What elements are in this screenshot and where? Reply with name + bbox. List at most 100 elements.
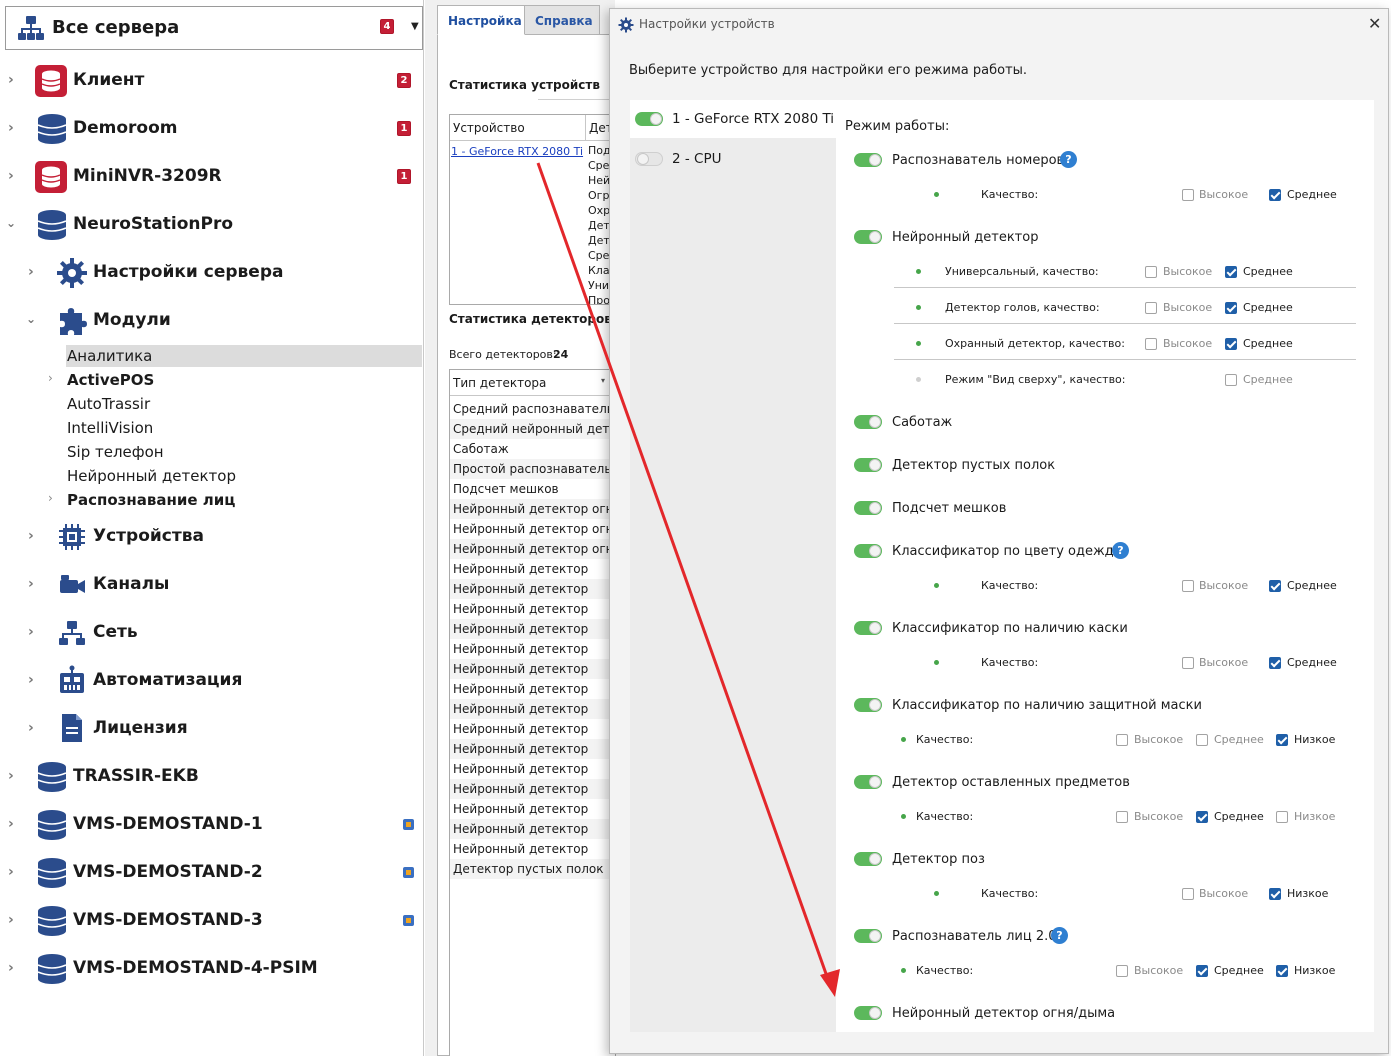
table-row[interactable]: Нейронный детектор — [450, 579, 615, 599]
table-row[interactable]: Нейронный детектор — [450, 699, 615, 719]
chevron-right-icon[interactable]: › — [28, 528, 34, 544]
tab-help[interactable]: Справка — [524, 5, 600, 35]
column-header-type[interactable]: Тип детектора ▾ — [450, 370, 615, 396]
chevron-right-icon[interactable]: › — [8, 168, 14, 184]
device-link[interactable]: 1 - GeForce RTX 2080 Ti — [451, 145, 585, 158]
table-row[interactable]: Нейронный детектор — [450, 739, 615, 759]
toggle-mask-classifier[interactable] — [854, 698, 882, 712]
toggle-clothes-classifier[interactable] — [854, 544, 882, 558]
chevron-right-icon[interactable]: › — [28, 576, 34, 592]
table-row[interactable]: Средний нейронный детекто — [450, 419, 615, 439]
toggle-helmet-classifier[interactable] — [854, 621, 882, 635]
table-row[interactable]: Нейронный детектор — [450, 619, 615, 639]
close-icon[interactable]: ✕ — [1368, 14, 1381, 33]
module-neural-detector[interactable]: Нейронный детектор — [66, 465, 422, 487]
tree-item-server[interactable]: › Клиент 2 — [0, 63, 423, 99]
module-activepos[interactable]: ActivePOS — [66, 369, 422, 391]
device-item-cpu[interactable]: 2 - CPU — [630, 140, 836, 178]
tree-item-modules[interactable]: ⌄ Модули — [20, 303, 423, 339]
table-row[interactable]: Нейронный детектор огня/д — [450, 519, 615, 539]
toggle-neural-detector[interactable] — [854, 230, 882, 244]
checkbox-medium[interactable] — [1269, 657, 1281, 669]
checkbox-medium[interactable] — [1225, 338, 1237, 350]
table-row[interactable]: Нейронный детектор — [450, 679, 615, 699]
toggle-fire-smoke-detector[interactable] — [854, 1006, 882, 1020]
chevron-right-icon[interactable]: › — [8, 864, 14, 880]
table-row[interactable]: Подсчет мешков — [450, 479, 615, 499]
table-row[interactable]: Простой распознаватель ли — [450, 459, 615, 479]
checkbox-high[interactable] — [1182, 657, 1194, 669]
toggle-bag-counter[interactable] — [854, 501, 882, 515]
chevron-right-icon[interactable]: › — [28, 624, 34, 640]
tree-item-server[interactable]: › VMS-DEMOSTAND-3 — [0, 903, 423, 939]
help-icon[interactable]: ? — [1051, 927, 1068, 944]
table-row[interactable]: Средний распознаватель но — [450, 399, 615, 419]
module-autotrassir[interactable]: AutoTrassir — [66, 393, 422, 415]
tree-item-server[interactable]: › VMS-DEMOSTAND-2 — [0, 855, 423, 891]
checkbox-low[interactable] — [1276, 965, 1288, 977]
device-toggle[interactable] — [635, 112, 663, 126]
table-row[interactable]: Саботаж — [450, 439, 615, 459]
checkbox-medium[interactable] — [1269, 580, 1281, 592]
toggle-left-items[interactable] — [854, 775, 882, 789]
chevron-down-icon[interactable]: ⌄ — [26, 312, 36, 326]
chevron-right-icon[interactable]: › — [48, 491, 53, 505]
tree-item-server[interactable]: › Demoroom 1 — [0, 111, 423, 147]
chevron-down-icon[interactable]: ▼ — [411, 21, 419, 32]
checkbox-medium[interactable] — [1196, 965, 1208, 977]
chevron-right-icon[interactable]: › — [8, 120, 14, 136]
device-toggle[interactable] — [635, 152, 663, 166]
table-row[interactable]: Нейронный детектор огня/д — [450, 499, 615, 519]
toggle-sabotage[interactable] — [854, 415, 882, 429]
table-row[interactable]: Нейронный детектор — [450, 719, 615, 739]
checkbox-high[interactable] — [1116, 811, 1128, 823]
tree-item-channels[interactable]: › Каналы — [20, 567, 423, 603]
table-row[interactable]: Нейронный детектор — [450, 819, 615, 839]
help-icon[interactable]: ? — [1060, 151, 1077, 168]
toggle-plate-recognizer[interactable] — [854, 153, 882, 167]
module-intellivision[interactable]: IntelliVision — [66, 417, 422, 439]
checkbox-high[interactable] — [1182, 888, 1194, 900]
checkbox-high[interactable] — [1145, 302, 1157, 314]
tree-item-server[interactable]: › MiniNVR-3209R 1 — [0, 159, 423, 195]
checkbox-low[interactable] — [1269, 888, 1281, 900]
checkbox-medium[interactable] — [1225, 266, 1237, 278]
tree-item-automation[interactable]: › Автоматизация — [20, 663, 423, 699]
checkbox-high[interactable] — [1145, 338, 1157, 350]
table-row[interactable]: Нейронный детектор огня/д — [450, 539, 615, 559]
chevron-right-icon[interactable]: › — [8, 768, 14, 784]
checkbox-high[interactable] — [1145, 266, 1157, 278]
tab-settings[interactable]: Настройка — [437, 5, 525, 35]
table-row[interactable]: Нейронный детектор — [450, 639, 615, 659]
checkbox-high[interactable] — [1182, 580, 1194, 592]
device-item-gpu[interactable]: 1 - GeForce RTX 2080 Ti — [630, 100, 836, 138]
checkbox-low[interactable] — [1276, 734, 1288, 746]
checkbox-medium[interactable] — [1225, 302, 1237, 314]
chevron-right-icon[interactable]: › — [28, 720, 34, 736]
table-row[interactable]: Нейронный детектор — [450, 759, 615, 779]
toggle-face-recognizer[interactable] — [854, 929, 882, 943]
toggle-pose-detector[interactable] — [854, 852, 882, 866]
tree-item-server[interactable]: › VMS-DEMOSTAND-4-PSIM — [0, 951, 423, 987]
chevron-right-icon[interactable]: › — [8, 912, 14, 928]
module-analytics[interactable]: Аналитика — [66, 345, 422, 367]
chevron-down-icon[interactable]: ⌄ — [6, 216, 16, 230]
tree-item-server[interactable]: › VMS-DEMOSTAND-1 — [0, 807, 423, 843]
table-row[interactable]: Нейронный детектор — [450, 839, 615, 859]
table-row[interactable]: Нейронный детектор — [450, 799, 615, 819]
tree-item-server[interactable]: › TRASSIR-EKB — [0, 759, 423, 795]
chevron-right-icon[interactable]: › — [8, 960, 14, 976]
checkbox-high[interactable] — [1116, 965, 1128, 977]
help-icon[interactable]: ? — [1112, 542, 1129, 559]
chevron-right-icon[interactable]: › — [8, 72, 14, 88]
checkbox-low[interactable] — [1276, 811, 1288, 823]
tree-item-server-expanded[interactable]: ⌄ NeuroStationPro — [0, 207, 423, 243]
table-row[interactable]: Нейронный детектор — [450, 559, 615, 579]
column-header-device[interactable]: Устройство — [450, 115, 586, 141]
dialog-titlebar[interactable]: Настройки устройств ✕ — [610, 9, 1388, 41]
tree-item-devices[interactable]: › Устройства — [20, 519, 423, 555]
table-row[interactable]: Нейронный детектор — [450, 599, 615, 619]
chevron-right-icon[interactable]: › — [28, 672, 34, 688]
toggle-empty-shelves[interactable] — [854, 458, 882, 472]
chevron-right-icon[interactable]: › — [28, 264, 34, 280]
